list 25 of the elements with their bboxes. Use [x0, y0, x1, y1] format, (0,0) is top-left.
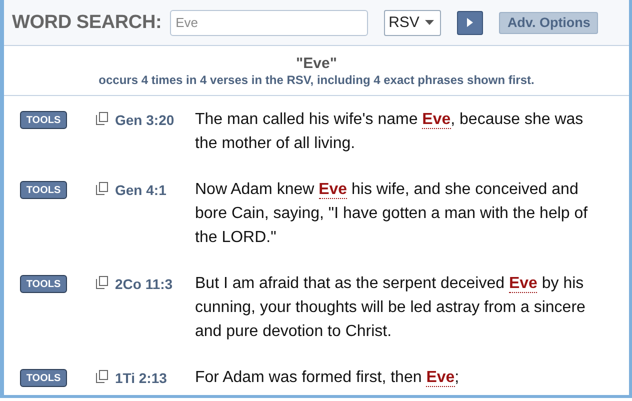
verse-text: But I am afraid that as the serpent deceived Eve by his cunning, your thoughts will be led astray from a sincere and pure devotion to Christ.: [195, 274, 586, 342]
result-summary: occurs 4 times in 4 verses in the RSV, including 4 exact phrases shown first.: [98, 73, 536, 87]
tools-button[interactable]: TOOLS: [20, 111, 67, 129]
search-field[interactable]: Eve: [170, 10, 368, 36]
adv-options-button[interactable]: Adv. Options: [499, 12, 598, 34]
verse-text: The man called his wife's name Eve, because she was the mother of all living.: [195, 110, 584, 154]
caret-icon: [425, 20, 434, 25]
copy-icon[interactable]: [96, 276, 108, 289]
copy-icon[interactable]: [96, 370, 108, 383]
copy-icon[interactable]: [96, 112, 108, 125]
tools-button[interactable]: TOOLS: [20, 181, 67, 199]
version-dropdown[interactable]: RSV: [384, 10, 442, 36]
play-icon: [467, 18, 474, 27]
verse-reference[interactable]: 2Co 11:3: [115, 276, 195, 292]
verse-reference[interactable]: Gen 4:1: [115, 182, 195, 198]
search-term: "Eve": [295, 55, 338, 72]
copy-icon[interactable]: [96, 182, 108, 195]
tools-button[interactable]: TOOLS: [20, 275, 67, 293]
verse-text: For Adam was formed first, then Eve;: [195, 368, 460, 389]
verse-reference[interactable]: Gen 3:20: [115, 112, 195, 128]
verse-text: Now Adam knew Eve his wife, and she conceived and bore Cain, saying, "I have gotten a man with the help of the LORD.": [195, 180, 589, 248]
verse-reference[interactable]: 1Ti 2:13: [115, 370, 195, 386]
search-label: WORD SEARCH:: [12, 12, 162, 34]
tools-button[interactable]: TOOLS: [20, 369, 67, 387]
go-button[interactable]: [457, 10, 484, 34]
